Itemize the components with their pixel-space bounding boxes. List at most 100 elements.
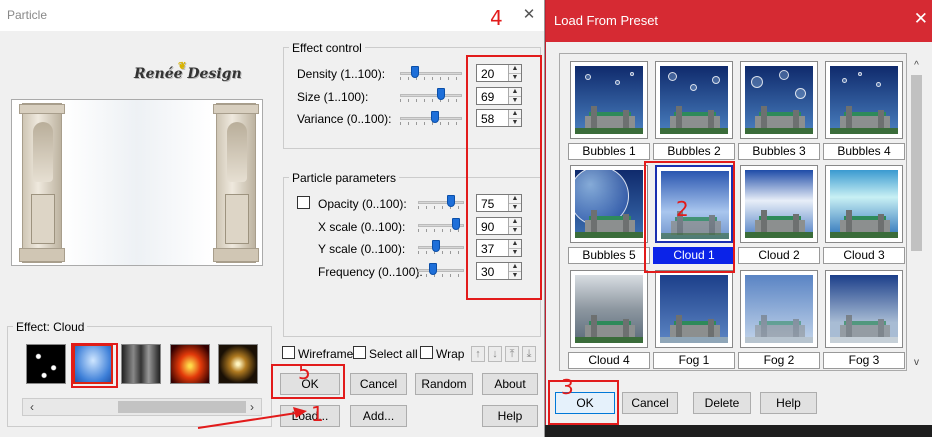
effect-thumb-fire[interactable] bbox=[170, 344, 210, 384]
density-slider[interactable] bbox=[400, 66, 462, 80]
slider-knob[interactable] bbox=[452, 218, 460, 230]
effect-thumb-cloud[interactable] bbox=[73, 344, 113, 384]
spin-up-icon[interactable]: ▲ bbox=[509, 65, 521, 73]
preset-label[interactable]: Fog 3 bbox=[823, 352, 905, 369]
annotation-arrow bbox=[197, 407, 307, 429]
opacity-spinbox[interactable]: 75 ▲ ▼ bbox=[476, 194, 522, 212]
size-value[interactable]: 69 bbox=[481, 90, 494, 104]
close-icon[interactable]: ✕ bbox=[914, 9, 928, 29]
wrap-checkbox[interactable] bbox=[420, 346, 433, 359]
preset-thumbnail[interactable] bbox=[825, 270, 903, 348]
preset-thumbnail[interactable] bbox=[655, 61, 733, 139]
preset-thumbnail[interactable] bbox=[570, 61, 648, 139]
wireframe-checkbox[interactable] bbox=[282, 346, 295, 359]
spin-down-icon[interactable]: ▼ bbox=[509, 73, 521, 81]
preset-label[interactable]: Cloud 4 bbox=[568, 352, 650, 369]
left-pillar bbox=[19, 103, 65, 263]
preset-label[interactable]: Cloud 2 bbox=[738, 247, 820, 264]
spin-up-icon[interactable]: ▲ bbox=[509, 240, 521, 248]
density-spinbox[interactable]: 20 ▲ ▼ bbox=[476, 64, 522, 82]
size-spinbox[interactable]: 69 ▲ ▼ bbox=[476, 87, 522, 105]
preset-label[interactable]: Bubbles 1 bbox=[568, 143, 650, 160]
spin-up-icon[interactable]: ▲ bbox=[509, 218, 521, 226]
move-up-icon[interactable]: ↑ bbox=[471, 346, 485, 362]
preset-thumbnail[interactable] bbox=[825, 61, 903, 139]
slider-knob[interactable] bbox=[411, 66, 419, 78]
slider-knob[interactable] bbox=[429, 263, 437, 275]
preset-cancel-button[interactable]: Cancel bbox=[622, 392, 678, 414]
select-all-label: Select all bbox=[369, 347, 418, 361]
frequency-value[interactable]: 30 bbox=[481, 265, 494, 279]
spin-down-icon[interactable]: ▼ bbox=[509, 248, 521, 256]
preset-title: Load From Preset bbox=[554, 13, 659, 28]
effect-thumb-sparkle[interactable] bbox=[218, 344, 258, 384]
move-top-icon[interactable]: ⤒ bbox=[505, 346, 519, 362]
opacity-value[interactable]: 75 bbox=[481, 197, 494, 211]
scroll-left-icon[interactable]: ‹ bbox=[25, 400, 39, 414]
preset-thumbnail[interactable] bbox=[570, 270, 648, 348]
random-button[interactable]: Random bbox=[415, 373, 473, 395]
preset-thumbnail[interactable] bbox=[655, 270, 733, 348]
preset-label[interactable]: Bubbles 4 bbox=[823, 143, 905, 160]
y-scale-spinbox[interactable]: 37 ▲ ▼ bbox=[476, 239, 522, 257]
move-down-icon[interactable]: ↓ bbox=[488, 346, 502, 362]
preset-delete-button[interactable]: Delete bbox=[693, 392, 751, 414]
x-scale-spinbox[interactable]: 90 ▲ ▼ bbox=[476, 217, 522, 235]
preset-help-button[interactable]: Help bbox=[760, 392, 817, 414]
spin-up-icon[interactable]: ▲ bbox=[509, 195, 521, 203]
cancel-button[interactable]: Cancel bbox=[350, 373, 407, 395]
select-all-checkbox[interactable] bbox=[353, 346, 366, 359]
preset-label[interactable]: Fog 2 bbox=[738, 352, 820, 369]
slider-knob[interactable] bbox=[447, 195, 455, 207]
spin-down-icon[interactable]: ▼ bbox=[509, 118, 521, 126]
variance-slider[interactable] bbox=[400, 111, 462, 125]
size-slider[interactable] bbox=[400, 88, 462, 102]
preset-titlebar: Load From Preset ✕ bbox=[546, 0, 932, 42]
scroll-down-icon[interactable]: v bbox=[908, 354, 925, 371]
frequency-spinbox[interactable]: 30 ▲ ▼ bbox=[476, 262, 522, 280]
opacity-slider[interactable] bbox=[418, 195, 464, 209]
slider-knob[interactable] bbox=[437, 88, 445, 100]
preset-label[interactable]: Bubbles 2 bbox=[653, 143, 735, 160]
background-strip bbox=[545, 425, 932, 437]
close-icon[interactable]: ✕ bbox=[520, 6, 538, 24]
preset-label[interactable]: Cloud 3 bbox=[823, 247, 905, 264]
effect-thumb-fog[interactable] bbox=[121, 344, 161, 384]
spin-down-icon[interactable]: ▼ bbox=[509, 96, 521, 104]
add-button[interactable]: Add... bbox=[350, 405, 407, 427]
preset-thumbnail[interactable] bbox=[825, 165, 903, 243]
preset-thumbnail[interactable] bbox=[570, 165, 648, 243]
spin-up-icon[interactable]: ▲ bbox=[509, 88, 521, 96]
frequency-slider[interactable] bbox=[418, 263, 464, 277]
spin-down-icon[interactable]: ▼ bbox=[509, 203, 521, 211]
spin-up-icon[interactable]: ▲ bbox=[509, 263, 521, 271]
preset-thumbnail[interactable] bbox=[740, 61, 818, 139]
slider-knob[interactable] bbox=[432, 240, 440, 252]
preset-thumbnail[interactable] bbox=[740, 165, 818, 243]
scrollbar-thumb[interactable] bbox=[911, 75, 922, 251]
variance-value[interactable]: 58 bbox=[481, 112, 494, 126]
help-button[interactable]: Help bbox=[482, 405, 538, 427]
opacity-checkbox[interactable] bbox=[297, 196, 310, 209]
scroll-up-icon[interactable]: ^ bbox=[908, 57, 925, 74]
preset-label[interactable]: Bubbles 3 bbox=[738, 143, 820, 160]
preset-label[interactable]: Fog 1 bbox=[653, 352, 735, 369]
spin-down-icon[interactable]: ▼ bbox=[509, 271, 521, 279]
spin-down-icon[interactable]: ▼ bbox=[509, 226, 521, 234]
preset-label[interactable]: Cloud 1 bbox=[653, 247, 735, 264]
spin-up-icon[interactable]: ▲ bbox=[509, 110, 521, 118]
x-scale-value[interactable]: 90 bbox=[481, 220, 494, 234]
variance-spinbox[interactable]: 58 ▲ ▼ bbox=[476, 109, 522, 127]
y-scale-value[interactable]: 37 bbox=[481, 242, 494, 256]
preset-thumbnail[interactable] bbox=[740, 270, 818, 348]
x-scale-slider[interactable] bbox=[418, 218, 464, 232]
about-button[interactable]: About bbox=[482, 373, 538, 395]
effect-thumb-bubbles[interactable] bbox=[26, 344, 66, 384]
slider-knob[interactable] bbox=[431, 111, 439, 123]
density-value[interactable]: 20 bbox=[481, 67, 494, 81]
move-bottom-icon[interactable]: ⤓ bbox=[522, 346, 536, 362]
preset-scrollbar[interactable]: ^ v bbox=[908, 57, 925, 371]
preset-thumbnail[interactable] bbox=[655, 165, 733, 243]
preset-label[interactable]: Bubbles 5 bbox=[568, 247, 650, 264]
y-scale-slider[interactable] bbox=[418, 240, 464, 254]
